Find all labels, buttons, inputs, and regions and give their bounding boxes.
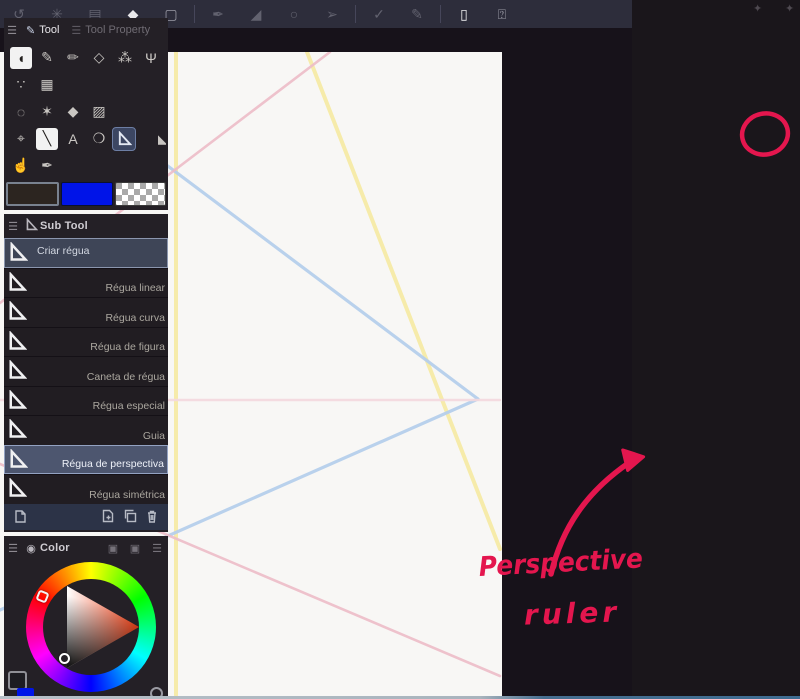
subtool-item-label: Régua especial (92, 400, 165, 412)
overflow-tool-icon[interactable]: ◣ (158, 126, 166, 151)
subtool-item-r-gua-sim-trica[interactable]: Régua simétrica (4, 474, 168, 504)
subtool-item-label: Régua linear (105, 282, 165, 294)
ellipse-icon[interactable]: ○ (275, 0, 313, 28)
airbrush-tool-icon[interactable]: ⁂ (112, 45, 138, 70)
copy-subtool-icon[interactable] (119, 508, 141, 526)
panel-menu-icon[interactable]: ☰ (4, 24, 20, 37)
lasso-select-tool-icon[interactable]: ◌ (8, 99, 34, 124)
ruler-triangle-icon (7, 300, 29, 323)
auto-select-tool-icon[interactable]: ✶ (34, 99, 60, 124)
toolbar-separator (355, 5, 356, 23)
blend-tool-icon[interactable]: ∵ (8, 72, 34, 97)
subtool-item-caneta-de-r-gua[interactable]: Caneta de régua (4, 356, 168, 386)
subtool-item-label: Criar régua (37, 245, 90, 258)
ruler-triangle-icon (7, 388, 29, 412)
toolbar-separator (194, 5, 195, 23)
right-panel-column: ✦ ✦ (632, 0, 800, 699)
subtool-item-label: Régua de figura (90, 341, 165, 353)
tab-tool-property[interactable]: ☰ Tool Property (65, 19, 156, 41)
subtool-item-guia[interactable]: Guia (4, 415, 168, 445)
panel-menu-icon[interactable]: ☰ (4, 220, 22, 233)
tab-tool[interactable]: ✎ Tool (20, 19, 65, 41)
ruler-triangle-icon (7, 270, 29, 294)
sub-tool-footer (4, 503, 168, 530)
tab-tool-property-label: Tool Property (85, 24, 151, 36)
subtool-item-label: Guia (142, 429, 165, 442)
subtool-item-r-gua-de-perspectiva[interactable]: Régua de perspectiva (4, 444, 168, 474)
frame-border-tool-icon[interactable]: ▦ (34, 72, 60, 97)
ruler-triangle-icon (8, 241, 30, 264)
marker-tool-icon[interactable]: ✏ (60, 45, 86, 70)
sub-tool-header: ☰ Sub Tool (4, 214, 168, 238)
decoration-tool-icon[interactable]: Ψ (138, 45, 164, 70)
yellow-diagonal-guide (305, 52, 502, 551)
ruler-triangle-icon (8, 447, 30, 471)
help-icon[interactable]: ⍰ (483, 0, 521, 28)
brush-check-icon[interactable]: ✓ (360, 0, 398, 28)
sub-color-swatch[interactable] (61, 182, 113, 206)
sub-tool-panel: ☰ Sub Tool Criar régua Régua linear Régua … (4, 214, 168, 532)
ruler-triangle-icon (7, 477, 29, 500)
toolbar-separator (440, 5, 441, 23)
object-tool-icon[interactable]: ⌖ (8, 126, 34, 151)
subtool-item-r-gua-especial[interactable]: Régua especial (4, 385, 168, 415)
subtool-item-label: Régua curva (105, 311, 165, 324)
tool-panel-tabs: ☰ ✎ Tool ☰ Tool Property (4, 18, 168, 42)
delete-subtool-icon[interactable] (141, 508, 163, 526)
hand-tool-icon[interactable]: ☝ (8, 153, 34, 178)
fill-tool-icon[interactable]: ◆ (60, 99, 86, 124)
object-select-icon[interactable]: ➢ (313, 0, 351, 28)
subtool-item-r-gua-de-figura[interactable]: Régua de figura (4, 326, 168, 356)
gradient-tool-icon[interactable]: ▨ (86, 99, 112, 124)
sparkle-icon: ✦ (753, 3, 763, 15)
tool-panel: ☰ ✎ Tool ☰ Tool Property ◖ ✎ ✏ ◇ ⁂ Ψ ∵ ▦ ◌ ✶ ◆ ▨ ⌖ ╲ A… (4, 18, 168, 210)
eyedropper-tool-icon[interactable]: ✒ (34, 153, 60, 178)
ruler-triangle-icon (7, 418, 29, 441)
tab-tool-label: Tool (39, 24, 60, 36)
eraser-tool-icon[interactable]: ◇ (86, 45, 112, 70)
ruler-tool-icon[interactable] (112, 126, 136, 151)
new-subtool-icon[interactable] (97, 508, 119, 526)
subtool-item-criar-r-gua[interactable]: Criar régua (4, 238, 168, 268)
subtool-item-label: Caneta de régua (86, 370, 165, 383)
sub-tool-title: Sub Tool (40, 220, 88, 232)
color-panel: ☰ ◉ Color ▣ ▣ ☰ (4, 536, 168, 699)
subtool-item-label: Régua de perspectiva (61, 458, 164, 470)
sliders-icon: ☰ (71, 24, 82, 37)
line-tool-icon[interactable]: ✒ (199, 0, 237, 28)
subtool-item-r-gua-curva[interactable]: Régua curva (4, 297, 168, 327)
subtool-item-r-gua-linear[interactable]: Régua linear (4, 267, 168, 297)
text-tool-icon[interactable]: A (60, 126, 86, 151)
pen-tool-icon[interactable]: ✎ (34, 45, 60, 70)
operation-tool-icon[interactable]: ◖ (10, 46, 32, 69)
main-color-swatch[interactable] (6, 182, 60, 206)
ruler-triangle-icon (7, 359, 29, 382)
balloon-tool-icon[interactable]: ❍ (86, 126, 112, 151)
sparkle-icon: ✦ (785, 3, 795, 15)
figure-tool-icon[interactable]: ╲ (36, 127, 58, 150)
gradient-icon[interactable]: ◢ (237, 0, 275, 28)
duplicate-subtool-icon[interactable] (9, 508, 31, 526)
pen-check-icon[interactable]: ✎ (398, 0, 436, 28)
subtool-item-label: Régua simétrica (89, 488, 165, 501)
companion-device-icon[interactable]: ▯ (445, 0, 483, 28)
ruler-triangle-icon (7, 329, 29, 353)
ruler-pen-icon (22, 217, 40, 234)
sv-triangle[interactable] (4, 536, 168, 699)
transparent-color-swatch[interactable] (114, 182, 166, 206)
sv-cursor[interactable] (59, 653, 70, 664)
color-swatch-row (4, 179, 168, 206)
pen-icon: ✎ (26, 24, 36, 37)
